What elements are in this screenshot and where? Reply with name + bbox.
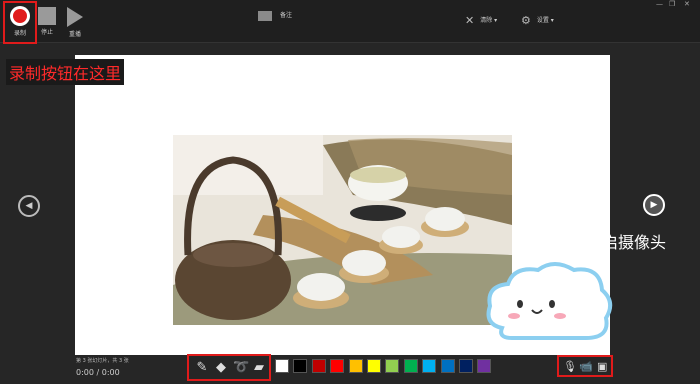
stop-icon: [38, 7, 56, 25]
settings-label: 设置 ▾: [536, 17, 554, 24]
notes-label: 备注: [280, 12, 293, 19]
color-swatch[interactable]: [330, 359, 345, 373]
color-swatch[interactable]: [459, 359, 473, 373]
replay-label: 重播: [68, 31, 81, 38]
stop-label: 停止: [40, 29, 53, 36]
clear-label: 清除 ▾: [480, 17, 498, 24]
color-swatch[interactable]: [275, 359, 289, 373]
color-swatch[interactable]: [403, 359, 418, 373]
tea-photo-image: [173, 135, 512, 325]
color-swatch[interactable]: [477, 359, 492, 373]
stop-button[interactable]: 停止: [33, 6, 61, 36]
tea-photo: [173, 135, 512, 325]
play-icon: [67, 7, 83, 27]
color-swatch[interactable]: [293, 359, 308, 373]
color-swatch[interactable]: [311, 359, 326, 373]
highlighter-icon[interactable]: ▰: [252, 361, 266, 375]
chevron-right-icon: ▶: [650, 200, 658, 210]
slide-counter: 第 3 张幻灯片，共 3 张: [76, 358, 129, 364]
notes-icon: [258, 10, 272, 21]
settings-menu[interactable]: ⚙ 设置 ▾: [521, 14, 554, 27]
cloud-sticker: [486, 262, 613, 340]
pen-icon[interactable]: ✎: [195, 361, 209, 375]
color-swatch[interactable]: [348, 359, 363, 373]
clear-menu[interactable]: ✕ 清除 ▾: [465, 14, 497, 27]
camera-preview-icon[interactable]: ▣: [597, 360, 607, 373]
chevron-left-icon: ◀: [25, 201, 33, 211]
color-swatch[interactable]: [422, 359, 437, 373]
pen-tools-group: ✎ ◆ ➰ ▰: [187, 354, 271, 381]
minimize-button[interactable]: —: [656, 0, 663, 8]
previous-slide-button[interactable]: ◀: [18, 195, 40, 217]
media-controls-group: 🎙 📹 ▣: [557, 355, 613, 377]
color-swatch[interactable]: [367, 359, 381, 373]
recording-toolbar: [0, 0, 700, 43]
record-callout: 录制按钮在这里: [6, 59, 125, 85]
lasso-icon[interactable]: ➰: [233, 361, 249, 375]
settings-icon: ⚙: [521, 14, 531, 27]
eraser-icon[interactable]: ◆: [214, 361, 228, 375]
color-swatch[interactable]: [440, 359, 455, 373]
replay-button[interactable]: 重播: [61, 6, 89, 38]
close-button[interactable]: ✕: [684, 0, 690, 8]
clear-icon: ✕: [465, 14, 475, 27]
record-icon: [10, 6, 30, 26]
recording-timer: 0:00 / 0:00: [76, 368, 120, 377]
notes-button[interactable]: 备注: [258, 10, 292, 21]
microphone-icon[interactable]: 🎙: [563, 360, 577, 373]
color-swatch[interactable]: [385, 359, 400, 373]
record-label: 录制: [13, 30, 26, 37]
next-slide-button[interactable]: ▶: [643, 194, 665, 216]
camera-callout: 可开启摄像头: [570, 233, 667, 252]
restore-button[interactable]: ❐: [669, 0, 675, 8]
camera-icon[interactable]: 📹: [579, 360, 593, 373]
record-button[interactable]: 录制: [6, 6, 34, 37]
